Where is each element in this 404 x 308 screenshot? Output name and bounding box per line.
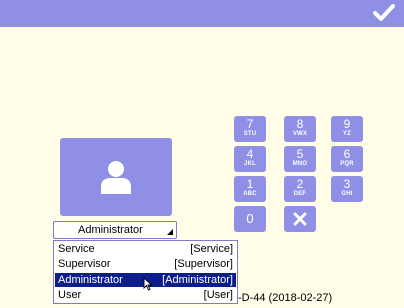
key-letters: PQR <box>340 161 354 167</box>
key-7[interactable]: 7 STU <box>234 116 266 142</box>
role-option-tag: [Supervisor] <box>174 258 233 270</box>
key-letters: VWX <box>292 131 308 137</box>
key-9[interactable]: 9 YZ <box>331 116 363 142</box>
role-option-label: User <box>58 289 82 301</box>
dropdown-arrow-icon <box>167 229 173 235</box>
key-digit: 3 <box>343 177 351 191</box>
confirm-button[interactable] <box>370 2 398 24</box>
role-option-tag: [Service] <box>190 243 233 255</box>
key-4[interactable]: 4 JKL <box>234 146 266 172</box>
role-option-label: Supervisor <box>58 258 111 270</box>
mouse-pointer-icon <box>143 277 153 291</box>
user-avatar-tile <box>60 138 172 216</box>
close-icon <box>293 212 307 226</box>
key-letters: JKL <box>244 161 256 167</box>
key-digit: 0 <box>246 211 254 226</box>
role-option-service[interactable]: Service [Service] <box>55 242 236 256</box>
clear-button[interactable] <box>284 206 316 232</box>
key-digit: 8 <box>296 117 304 131</box>
key-2[interactable]: 2 DEF <box>284 176 316 202</box>
checkmark-icon <box>373 4 395 21</box>
role-select-value: Administrator <box>78 224 143 236</box>
top-bar <box>0 0 404 27</box>
key-digit: 1 <box>246 177 254 191</box>
key-6[interactable]: 6 PQR <box>331 146 363 172</box>
key-letters: YZ <box>342 131 352 137</box>
key-8[interactable]: 8 VWX <box>284 116 316 142</box>
role-option-label: Service <box>58 243 95 255</box>
role-dropdown-list: Service [Service] Supervisor [Supervisor… <box>53 240 238 304</box>
key-letters: DEF <box>293 191 307 197</box>
key-letters: STU <box>243 131 257 137</box>
key-digit: 2 <box>296 177 304 191</box>
version-info: -D-44 (2018-02-27) <box>238 292 333 304</box>
role-option-tag: [User] <box>203 289 233 301</box>
key-1[interactable]: 1 ABC <box>234 176 266 202</box>
key-letters: ABC <box>243 191 257 197</box>
key-letters: GHI <box>341 191 353 197</box>
role-option-supervisor[interactable]: Supervisor [Supervisor] <box>55 257 236 271</box>
key-digit: 9 <box>343 117 351 131</box>
key-0[interactable]: 0 <box>234 206 266 232</box>
key-letters: MNO <box>292 161 308 167</box>
user-icon <box>101 161 131 194</box>
key-digit: 5 <box>296 147 304 161</box>
key-5[interactable]: 5 MNO <box>284 146 316 172</box>
key-3[interactable]: 3 GHI <box>331 176 363 202</box>
role-option-label: Administrator <box>58 274 123 286</box>
key-digit: 4 <box>246 147 254 161</box>
role-select[interactable]: Administrator <box>53 221 177 239</box>
key-digit: 7 <box>246 117 254 131</box>
key-digit: 6 <box>343 147 351 161</box>
role-option-tag: [Administrator] <box>162 274 233 286</box>
